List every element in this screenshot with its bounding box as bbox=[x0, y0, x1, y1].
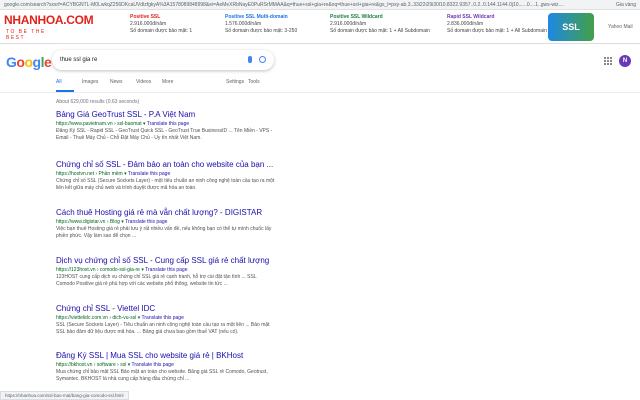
result-title[interactable]: Chứng chỉ số SSL - Đảm bảo an toàn cho w… bbox=[56, 160, 276, 170]
google-logo[interactable]: Google bbox=[6, 54, 52, 70]
search-result: Cách thuê Hosting giá rẻ mà vẫn chất lượ… bbox=[56, 208, 276, 240]
package-domains: Số domain được bảo mật: 1 + All Subdomai… bbox=[330, 28, 430, 34]
tab-news[interactable]: News bbox=[110, 79, 123, 85]
ssl-package[interactable]: Positive SSL Multi-domain 1.576.000đ/năm… bbox=[225, 14, 325, 35]
search-result: Chứng chỉ SSL - Viettel IDC https://viet… bbox=[56, 304, 276, 336]
logo-letter: g bbox=[32, 54, 42, 70]
result-title[interactable]: Đăng Ký SSL | Mua SSL cho website giá rẻ… bbox=[56, 351, 276, 361]
logo-letter: G bbox=[6, 54, 17, 70]
result-snippet: Chứng chỉ số SSL (Secure Sockets Layer) … bbox=[56, 178, 275, 191]
package-price: 2.916.000đ/năm bbox=[130, 21, 167, 27]
tab-settings[interactable]: Settings bbox=[226, 79, 244, 85]
result-url[interactable]: https://viettelidc.com.vn › dich-vu-ssl bbox=[56, 315, 136, 321]
tab-tools[interactable]: Tools bbox=[248, 79, 260, 85]
logo-tagline: TO BE THE BEST bbox=[6, 29, 46, 41]
translate-link[interactable]: Translate this page bbox=[147, 121, 189, 127]
ad-banner[interactable]: NHANHOA.COM TO BE THE BEST Positive SSL … bbox=[0, 10, 640, 44]
search-result: Đăng Ký SSL | Mua SSL cho website giá rẻ… bbox=[56, 351, 276, 383]
extension-label[interactable]: Gia vàng bbox=[616, 0, 636, 9]
tab-all[interactable]: All bbox=[56, 79, 73, 92]
package-name: Rapid SSL Wildcard bbox=[447, 14, 495, 20]
apps-grid-icon[interactable] bbox=[604, 57, 612, 65]
address-url[interactable]: google.com/search?sxsrf=ACYBGNTL-M0LwkqZ… bbox=[4, 0, 564, 9]
result-url[interactable]: https://www.pavietnam.vn › ssl-baomat bbox=[56, 121, 142, 127]
package-price: 2.836.000đ/năm bbox=[447, 21, 484, 27]
tab-more[interactable]: More bbox=[162, 79, 173, 85]
search-box[interactable]: thue ssl gia re bbox=[52, 50, 274, 70]
logo-name: NHANHOA.COM bbox=[4, 13, 94, 27]
search-input[interactable]: thue ssl gia re bbox=[60, 50, 97, 70]
translate-link[interactable]: Translate this page bbox=[128, 171, 170, 177]
search-result: Dịch vụ chứng chỉ số SSL - Cung cấp SSL … bbox=[56, 256, 276, 288]
ssl-package[interactable]: Rapid SSL Wildcard 2.836.000đ/năm Số dom… bbox=[447, 14, 547, 35]
logo-letter: o bbox=[24, 54, 33, 70]
package-domains: Số domain được bảo mật: 1 bbox=[130, 28, 193, 34]
result-url[interactable]: https://hostvn.net › Phần mềm bbox=[56, 171, 123, 177]
result-title[interactable]: Cách thuê Hosting giá rẻ mà vẫn chất lượ… bbox=[56, 208, 276, 218]
tabs-divider bbox=[0, 92, 640, 93]
result-snippet: SSL (Secure Sockets Layer) - Tiêu chuẩn … bbox=[56, 322, 270, 335]
package-price: 1.576.000đ/năm bbox=[225, 21, 262, 27]
status-bar: https://nhanhoa.com/ssl-bao-mat/bang-gia… bbox=[0, 391, 129, 400]
ssl-package[interactable]: Positive SSL 2.916.000đ/năm Số domain đư… bbox=[130, 14, 230, 35]
search-result: Chứng chỉ số SSL - Đảm bảo an toàn cho w… bbox=[56, 160, 276, 191]
nhanhoa-logo[interactable]: NHANHOA.COM TO BE THE BEST bbox=[4, 12, 94, 42]
microphone-icon[interactable] bbox=[248, 56, 252, 63]
result-title[interactable]: Bảng Giá GeoTrust SSL - P.A Việt Nam bbox=[56, 110, 276, 120]
result-url[interactable]: https://123host.vn › comodo-ssl-gia-re bbox=[56, 267, 140, 273]
logo-letter: e bbox=[43, 54, 52, 70]
translate-link[interactable]: Translate this page bbox=[142, 315, 184, 321]
result-snippet: Việc bạn thuê Hosting giá rẻ phải lưu ý … bbox=[56, 226, 272, 239]
package-domains: Số domain được bảo mật: 3-250 bbox=[225, 28, 298, 34]
result-snippet: 123HOST cung cấp dịch vụ chứng chỉ SSL g… bbox=[56, 274, 257, 287]
translate-link[interactable]: Translate this page bbox=[132, 362, 174, 368]
result-url[interactable]: https://www.digistar.vn › Blog bbox=[56, 219, 120, 225]
translate-link[interactable]: Translate this page bbox=[145, 267, 187, 273]
tab-images[interactable]: Images bbox=[82, 79, 98, 85]
address-bar[interactable]: google.com/search?sxsrf=ACYBGNTL-M0LwkqZ… bbox=[0, 0, 640, 10]
ssl-package[interactable]: Positive SSL Wildcard 2.916.000đ/năm Số … bbox=[330, 14, 430, 35]
search-icon[interactable] bbox=[259, 56, 266, 63]
tab-videos[interactable]: Videos bbox=[136, 79, 151, 85]
results-stats: About 629,000 results (0.63 seconds) bbox=[56, 99, 140, 105]
package-price: 2.916.000đ/năm bbox=[330, 21, 367, 27]
package-name: Positive SSL Wildcard bbox=[330, 14, 383, 20]
package-domains: Số domain được bảo mật: 1 + All Subdomai… bbox=[447, 28, 547, 34]
result-url[interactable]: https://bkhost.vn › software › ssl bbox=[56, 362, 126, 368]
package-name: Positive SSL bbox=[130, 14, 161, 20]
ssl-badge-image[interactable]: SSL bbox=[548, 13, 594, 41]
result-snippet: Mua chứng chỉ bảo mật SSL Bảo mật an toà… bbox=[56, 369, 268, 382]
result-title[interactable]: Dịch vụ chứng chỉ số SSL - Cung cấp SSL … bbox=[56, 256, 276, 266]
translate-link[interactable]: Translate this page bbox=[125, 219, 167, 225]
result-snippet: Đăng Ký SSL - Rapid SSL - GeoTrust Quick… bbox=[56, 128, 273, 141]
avatar[interactable]: N bbox=[619, 55, 631, 67]
search-result: Bảng Giá GeoTrust SSL - P.A Việt Nam htt… bbox=[56, 110, 276, 142]
package-name: Positive SSL Multi-domain bbox=[225, 14, 288, 20]
user-label[interactable]: Yahoo Mail bbox=[608, 24, 633, 30]
result-title[interactable]: Chứng chỉ SSL - Viettel IDC bbox=[56, 304, 276, 314]
